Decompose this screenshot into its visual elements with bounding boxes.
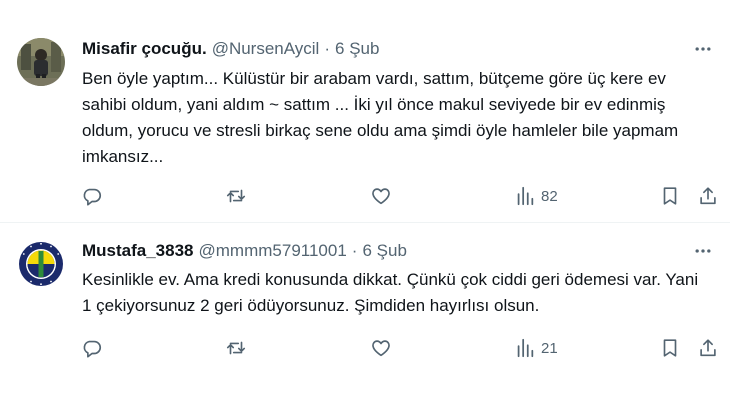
tweet-actions: 82 bbox=[0, 184, 730, 208]
retweet-button[interactable] bbox=[225, 336, 247, 360]
tweet-header: Mustafa_3838 @mmmm57911001 · 6 Şub bbox=[82, 240, 407, 262]
avatar[interactable] bbox=[17, 240, 65, 288]
tweet-2[interactable]: Mustafa_3838 @mmmm57911001 · 6 Şub Kesin… bbox=[0, 223, 730, 420]
retweet-icon bbox=[226, 189, 246, 203]
tweet-text: Kesinlikle ev. Ama kredi konusunda dikka… bbox=[82, 270, 699, 315]
display-name[interactable]: Misafir çocuğu. bbox=[82, 39, 207, 59]
reply-icon bbox=[83, 340, 102, 358]
views-chart-icon bbox=[517, 338, 534, 358]
share-icon bbox=[700, 339, 716, 357]
bookmark-icon bbox=[663, 339, 677, 357]
like-button[interactable] bbox=[370, 184, 392, 208]
tweet-1[interactable]: Misafir çocuğu. @NursenAycil · 6 Şub Ben… bbox=[0, 0, 730, 222]
display-name[interactable]: Mustafa_3838 bbox=[82, 241, 194, 261]
more-options-icon[interactable] bbox=[692, 240, 714, 262]
retweet-button[interactable] bbox=[225, 184, 247, 208]
tweet-actions: 21 bbox=[0, 336, 730, 360]
user-handle[interactable]: @mmmm57911001 bbox=[199, 241, 347, 261]
views-button[interactable]: 21 bbox=[514, 336, 558, 360]
bookmark-icon bbox=[663, 187, 677, 205]
views-button[interactable]: 82 bbox=[514, 184, 558, 208]
reply-button[interactable] bbox=[81, 184, 103, 208]
retweet-icon bbox=[226, 341, 246, 355]
share-icon bbox=[700, 187, 716, 205]
bookmark-button[interactable] bbox=[659, 184, 681, 208]
heart-icon bbox=[372, 340, 390, 357]
timestamp[interactable]: 6 Şub bbox=[362, 241, 406, 261]
views-count: 82 bbox=[541, 187, 558, 205]
reply-button[interactable] bbox=[81, 336, 103, 360]
more-options-icon[interactable] bbox=[692, 38, 714, 60]
user-handle[interactable]: @NursenAycil bbox=[212, 39, 320, 59]
separator-dot: · bbox=[324, 39, 331, 58]
avatar[interactable] bbox=[17, 38, 65, 86]
views-chart-icon bbox=[517, 186, 534, 206]
share-button[interactable] bbox=[697, 336, 719, 360]
heart-icon bbox=[372, 188, 390, 205]
separator-dot: · bbox=[351, 241, 358, 260]
bookmark-button[interactable] bbox=[659, 336, 681, 360]
tweet-header: Misafir çocuğu. @NursenAycil · 6 Şub bbox=[82, 38, 379, 60]
reply-icon bbox=[83, 188, 102, 206]
share-button[interactable] bbox=[697, 184, 719, 208]
fenerbahce-logo bbox=[17, 240, 65, 288]
views-count: 21 bbox=[541, 339, 558, 357]
like-button[interactable] bbox=[370, 336, 392, 360]
timestamp[interactable]: 6 Şub bbox=[335, 39, 379, 59]
tweet-text: Ben öyle yaptım... Külüstür bir arabam v… bbox=[82, 69, 679, 166]
